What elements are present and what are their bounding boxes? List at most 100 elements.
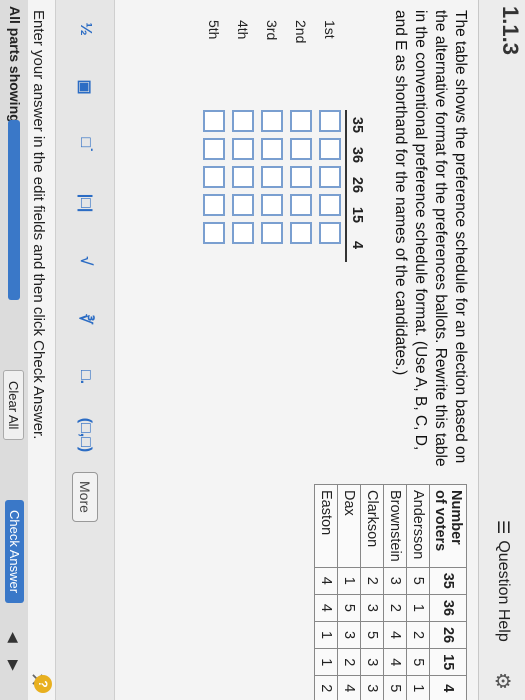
- rank-label: 1st: [322, 20, 339, 39]
- rank-label: 2nd: [293, 20, 310, 44]
- list-icon: ☰: [494, 520, 511, 535]
- answer-input[interactable]: [232, 166, 255, 188]
- answer-input[interactable]: [261, 222, 284, 244]
- rank-cell: 2: [383, 594, 407, 622]
- answer-input[interactable]: [290, 166, 313, 188]
- answer-voters-count: 26: [349, 176, 365, 194]
- nth-root-icon[interactable]: ∛: [75, 290, 95, 348]
- question-help-button[interactable]: ☰ Question Help: [493, 520, 513, 642]
- instructions-text: The table shows the preference schedule …: [392, 10, 469, 467]
- answer-input[interactable]: [319, 166, 342, 188]
- parts-showing-label: All parts showing: [7, 6, 23, 123]
- answer-voters-header: 35 36 26 15 4: [345, 110, 365, 262]
- table-row: Clarkson 2 3 5 3 3: [360, 484, 384, 700]
- answer-row: 4th: [229, 20, 258, 262]
- rank-cell: 5: [406, 648, 430, 676]
- rank-cell: 3: [337, 621, 361, 649]
- rank-cell: 4: [314, 567, 338, 595]
- answer-input[interactable]: [261, 166, 284, 188]
- voters-count: 15: [429, 648, 467, 676]
- screen: 1.1.3 ☰ Question Help ⚙ The table shows …: [0, 0, 525, 700]
- answer-input[interactable]: [319, 138, 342, 160]
- next-arrow-icon[interactable]: ▶: [5, 660, 22, 671]
- answer-input[interactable]: [319, 110, 342, 132]
- square-root-icon[interactable]: √: [76, 232, 94, 290]
- answer-input[interactable]: [203, 194, 226, 216]
- candidate-name: Dax: [337, 484, 361, 568]
- rank-cell: 3: [360, 675, 384, 700]
- answer-input[interactable]: [232, 194, 255, 216]
- preference-table: Number of voters 35 36 26 15 4 Andersson…: [314, 484, 467, 700]
- answer-voters-count: 4: [349, 240, 365, 250]
- voters-count: 26: [429, 621, 467, 649]
- rank-cell: 5: [360, 621, 384, 649]
- candidate-name: Clarkson: [360, 484, 384, 568]
- previous-arrow-icon[interactable]: ◀: [5, 632, 22, 643]
- rank-label: 3rd: [264, 20, 281, 41]
- rank-cell: 2: [406, 621, 430, 649]
- rank-cell: 1: [314, 621, 338, 649]
- rank-cell: 5: [383, 675, 407, 700]
- answer-input[interactable]: [261, 194, 284, 216]
- answer-input[interactable]: [290, 194, 313, 216]
- answer-row: 3rd: [258, 20, 287, 262]
- answer-input[interactable]: [203, 138, 226, 160]
- answer-input[interactable]: [232, 110, 255, 132]
- rank-cell: 3: [383, 567, 407, 595]
- answer-input[interactable]: [319, 194, 342, 216]
- table-row: Andersson 5 1 2 5 1: [406, 484, 430, 700]
- fraction-icon[interactable]: ½: [76, 0, 94, 58]
- voters-count: 36: [429, 594, 467, 622]
- candidate-name: Andersson: [406, 484, 430, 568]
- rank-cell: 3: [360, 594, 384, 622]
- candidate-name: Brownstein: [383, 484, 407, 568]
- answer-input[interactable]: [290, 138, 313, 160]
- rank-cell: 1: [406, 594, 430, 622]
- exponent-icon[interactable]: □˙: [76, 116, 94, 174]
- answer-input[interactable]: [203, 222, 226, 244]
- absolute-value-icon[interactable]: |□|: [76, 174, 94, 232]
- candidate-name: Easton: [314, 484, 338, 568]
- answer-input[interactable]: [290, 222, 313, 244]
- footer-bar: ? All parts showing Clear All Check Answ…: [0, 0, 52, 700]
- answer-row: 2nd: [287, 20, 316, 262]
- rank-cell: 2: [314, 675, 338, 700]
- answer-input[interactable]: [261, 110, 284, 132]
- rank-cell: 2: [337, 648, 361, 676]
- rank-cell: 4: [383, 621, 407, 649]
- answer-input[interactable]: [232, 138, 255, 160]
- more-button[interactable]: More: [72, 472, 98, 522]
- clear-all-button[interactable]: Clear All: [3, 370, 24, 441]
- rank-cell: 3: [360, 648, 384, 676]
- question-help-label: Question Help: [495, 540, 512, 642]
- preference-table-header: Number of voters 35 36 26 15 4: [429, 484, 467, 700]
- rank-cell: 5: [406, 567, 430, 595]
- answer-input[interactable]: [261, 138, 284, 160]
- rank-cell: 2: [360, 567, 384, 595]
- gear-icon[interactable]: ⚙: [490, 672, 515, 690]
- answer-voters-count: 15: [349, 206, 365, 224]
- answer-input[interactable]: [319, 222, 342, 244]
- rank-cell: 4: [314, 594, 338, 622]
- answer-prompt: Enter your answer in the edit fields and…: [30, 10, 47, 440]
- answer-input[interactable]: [290, 110, 313, 132]
- rank-cell: 4: [383, 648, 407, 676]
- decimal-icon[interactable]: □.: [76, 348, 94, 406]
- answer-voters-count: 36: [349, 146, 365, 164]
- rank-label: 5th: [206, 20, 223, 40]
- rank-cell: 5: [337, 594, 361, 622]
- rank-cell: 1: [337, 567, 361, 595]
- answer-input[interactable]: [232, 222, 255, 244]
- voters-count: 4: [429, 675, 467, 700]
- answer-input[interactable]: [203, 110, 226, 132]
- ordered-pair-icon[interactable]: (□,□): [76, 406, 94, 464]
- mixed-number-icon[interactable]: ▣: [75, 58, 95, 116]
- help-icon[interactable]: ?: [34, 675, 52, 693]
- table-row: Easton 4 4 1 1 2: [314, 484, 338, 700]
- check-answer-button[interactable]: Check Answer: [5, 500, 24, 604]
- answer-voters-count: 35: [349, 116, 365, 134]
- rank-label: 4th: [235, 20, 252, 40]
- answer-input[interactable]: [203, 166, 226, 188]
- table-row: Brownstein 3 2 4 4 5: [383, 484, 407, 700]
- voters-count: 35: [429, 567, 467, 595]
